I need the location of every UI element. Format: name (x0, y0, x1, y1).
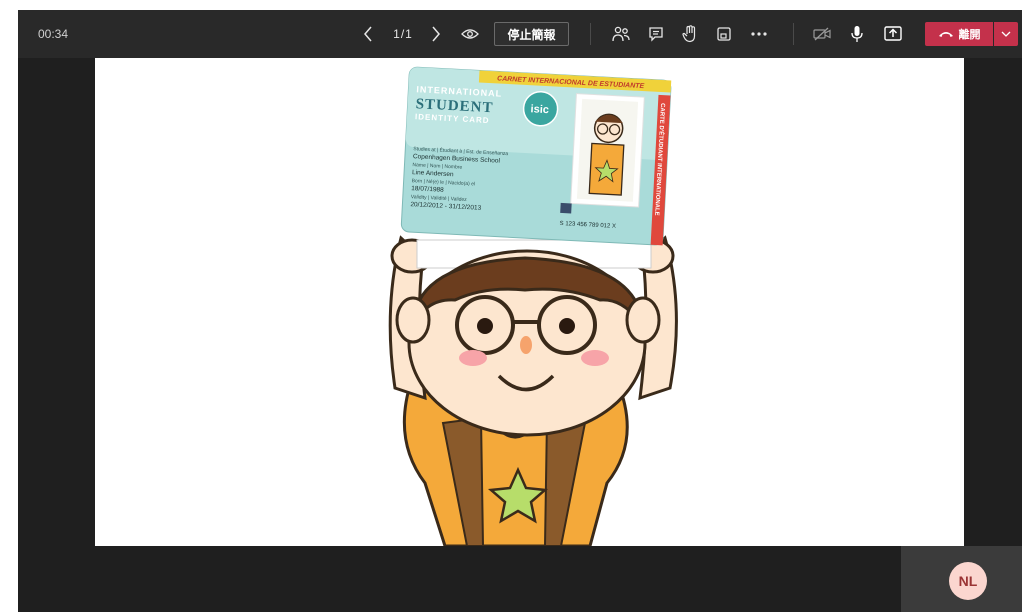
toolbar-divider (793, 23, 794, 45)
leave-button[interactable]: 離開 (925, 22, 993, 46)
phone-icon (938, 32, 953, 37)
page-indicator-text: 1/1 (393, 27, 413, 41)
page-indicator: 1/1 (388, 22, 418, 46)
chevron-left-icon[interactable] (358, 22, 378, 46)
mic-icon[interactable] (846, 22, 868, 46)
chevron-down-icon (1001, 31, 1011, 37)
eye-icon[interactable] (459, 22, 481, 46)
chat-icon[interactable] (645, 22, 667, 46)
stop-presenting-button[interactable]: 停止簡報 (494, 22, 569, 46)
chevron-right-icon[interactable] (426, 22, 446, 46)
meeting-window: 00:34 1/1 停止簡報 離開 CARNET INTERNACIONAL D… (18, 10, 1022, 612)
slide-illustration: CARNET INTERNACIONAL DE ESTUDIANTE CARTE… (388, 66, 678, 546)
toolbar-divider (590, 23, 591, 45)
self-view-tile[interactable]: NL (901, 546, 1022, 612)
avatar-initials: NL (958, 573, 978, 589)
isic-logo: isic (530, 103, 549, 116)
leave-options-dropdown[interactable] (994, 22, 1018, 46)
share-tray-icon[interactable] (882, 22, 904, 46)
leave-label: 離開 (958, 29, 981, 41)
more-icon[interactable] (748, 22, 770, 46)
rooms-icon[interactable] (713, 22, 735, 46)
raise-hand-icon[interactable] (679, 22, 701, 46)
camera-off-icon[interactable] (811, 22, 833, 46)
people-icon[interactable] (610, 22, 632, 46)
meeting-toolbar: 00:34 1/1 停止簡報 離開 (18, 10, 1022, 58)
avatar: NL (949, 562, 987, 600)
shared-slide: CARNET INTERNACIONAL DE ESTUDIANTE CARTE… (95, 58, 964, 546)
meeting-timer: 00:34 (38, 27, 69, 41)
stop-presenting-label: 停止簡報 (507, 27, 556, 42)
